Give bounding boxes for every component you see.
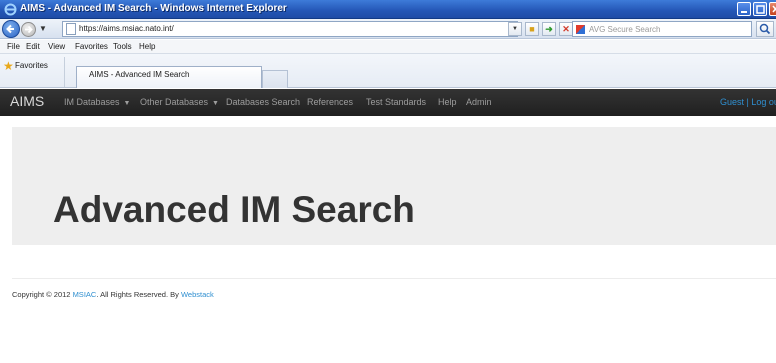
search-placeholder: AVG Secure Search — [589, 25, 661, 34]
menu-tools[interactable]: Tools — [113, 42, 132, 51]
nav-admin[interactable]: Admin — [466, 97, 492, 107]
caret-down-icon: ▼ — [212, 100, 219, 107]
maximize-button[interactable] — [753, 2, 767, 16]
stop-x-icon: ✕ — [562, 23, 570, 34]
footer-divider — [12, 278, 776, 279]
menu-favorites[interactable]: Favorites — [75, 42, 108, 51]
hero-banner: Advanced IM Search — [12, 127, 776, 245]
window-title: AIMS - Advanced IM Search - Windows Inte… — [20, 3, 287, 14]
minimize-button[interactable] — [737, 2, 751, 16]
ie-logo-icon — [4, 3, 17, 16]
magnifier-icon — [759, 23, 771, 35]
caret-down-icon: ▼ — [123, 100, 131, 107]
address-url: https://aims.msiac.nato.int/ — [79, 24, 174, 33]
nav-help[interactable]: Help — [438, 97, 457, 107]
history-dropdown-icon[interactable]: ▼ — [39, 24, 47, 33]
search-button[interactable] — [756, 21, 774, 37]
menu-bar: File Edit View Favorites Tools Help — [0, 40, 776, 54]
user-links[interactable]: Guest | Log out — [720, 97, 776, 107]
nav-databases-search[interactable]: Databases Search — [226, 97, 300, 107]
footer-webstack-link[interactable]: Webstack — [181, 290, 214, 299]
tab-title: AIMS - Advanced IM Search — [89, 70, 190, 79]
nav-other-databases-label: Other Databases — [140, 97, 209, 107]
nav-im-databases-label: IM Databases — [64, 97, 120, 107]
menu-view[interactable]: View — [48, 42, 65, 51]
search-box[interactable]: AVG Secure Search — [572, 21, 752, 37]
stop-button[interactable]: ✕ — [559, 22, 573, 36]
toolbar-divider — [64, 57, 65, 87]
forward-button[interactable] — [21, 22, 36, 37]
go-button[interactable]: ➜ — [542, 22, 556, 36]
nav-test-standards[interactable]: Test Standards — [366, 97, 426, 107]
footer: Copyright © 2012 MSIAC. All Rights Reser… — [12, 290, 214, 299]
menu-file[interactable]: File — [7, 42, 20, 51]
favorites-button[interactable]: Favorites — [15, 61, 48, 70]
forward-arrow-icon — [25, 25, 33, 34]
page-title: Advanced IM Search — [53, 189, 415, 230]
address-bar[interactable]: https://aims.msiac.nato.int/ — [62, 21, 518, 37]
nav-im-databases[interactable]: IM Databases ▼ — [64, 97, 130, 107]
back-button[interactable] — [2, 20, 20, 38]
site-navbar: AIMS IM Databases ▼ Other Databases ▼ Data… — [0, 89, 776, 116]
page-icon — [66, 23, 76, 35]
tab-active[interactable]: AIMS - Advanced IM Search — [76, 66, 262, 88]
go-arrow-icon: ➜ — [545, 23, 553, 34]
browser-navigation-bar: ▼ https://aims.msiac.nato.int/ ▼ ■ ➜ ✕ A… — [0, 19, 776, 39]
new-tab-button[interactable] — [262, 70, 288, 88]
nav-other-databases[interactable]: Other Databases ▼ — [140, 97, 219, 107]
favorites-star-icon: ★ — [3, 59, 14, 73]
maximize-icon — [756, 5, 765, 14]
back-arrow-icon — [6, 24, 14, 34]
footer-msiac-link[interactable]: MSIAC — [73, 290, 97, 299]
security-lock-button[interactable]: ■ — [525, 22, 539, 36]
footer-copyright: Copyright © 2012 — [12, 290, 73, 299]
address-buttons: ▼ ■ ➜ ✕ — [508, 21, 573, 37]
favorites-and-tabs-bar: ★ Favorites AIMS - Advanced IM Search — [0, 54, 776, 88]
close-icon — [772, 5, 776, 13]
close-window-button[interactable] — [769, 2, 776, 16]
brand-logo[interactable]: AIMS — [10, 93, 44, 109]
window-titlebar: AIMS - Advanced IM Search - Windows Inte… — [0, 0, 776, 19]
menu-help[interactable]: Help — [139, 42, 155, 51]
avg-logo-icon — [576, 25, 585, 34]
menu-edit[interactable]: Edit — [26, 42, 40, 51]
nav-references[interactable]: References — [307, 97, 353, 107]
lock-icon: ■ — [529, 24, 535, 34]
footer-rights: . All Rights Reserved. By — [96, 290, 181, 299]
minimize-icon — [741, 11, 747, 13]
address-dropdown-button[interactable]: ▼ — [508, 22, 522, 36]
chevron-down-icon: ▼ — [512, 26, 518, 32]
